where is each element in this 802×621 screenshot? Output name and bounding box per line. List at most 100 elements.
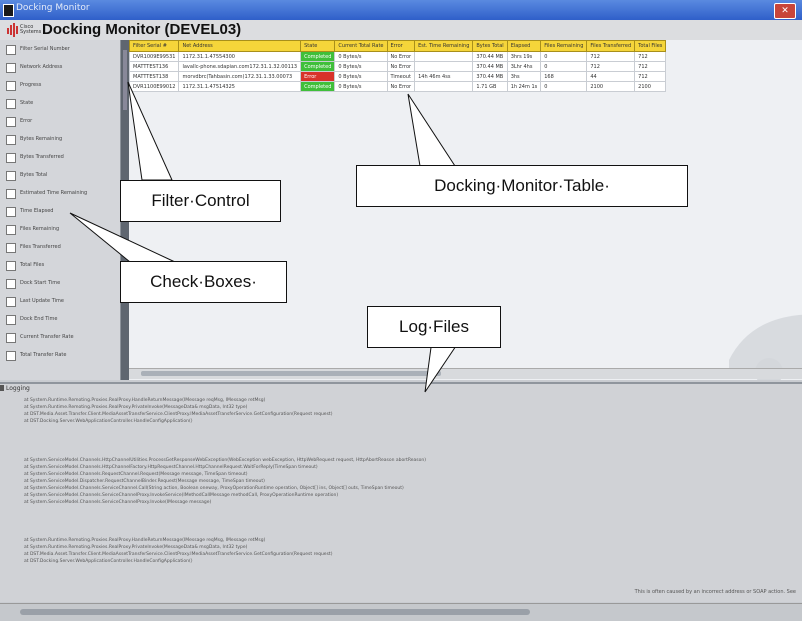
filter-checkbox[interactable] xyxy=(6,117,16,127)
filter-item[interactable]: Bytes Total xyxy=(6,168,118,184)
filter-item[interactable]: Estimated Time Remaining xyxy=(6,186,118,202)
filter-checkbox[interactable] xyxy=(6,63,16,73)
filter-item[interactable]: Progress xyxy=(6,78,118,94)
table-row[interactable]: MATTTEST138 morvdbrc(Tahbasin.com)172.31… xyxy=(129,71,667,82)
filter-checkbox[interactable] xyxy=(6,45,16,55)
page-title: Docking Monitor (DEVEL03) xyxy=(42,21,242,38)
filter-checkbox[interactable] xyxy=(6,135,16,145)
table-cell: 712 xyxy=(586,51,636,62)
column-header[interactable]: Current Total Rate xyxy=(334,40,388,52)
filter-item[interactable]: Dock Start Time xyxy=(6,276,118,292)
filter-label: State xyxy=(20,100,34,106)
filter-label: Total Files xyxy=(20,262,45,268)
splitter-grip[interactable] xyxy=(123,50,127,110)
filter-item[interactable]: Bytes Transferred xyxy=(6,150,118,166)
filter-checkbox[interactable] xyxy=(6,153,16,163)
close-button[interactable]: ✕ xyxy=(774,3,796,19)
table-cell: 0 xyxy=(540,81,588,92)
column-header[interactable]: Filter Serial # xyxy=(129,40,180,52)
column-header[interactable]: Files Transferred xyxy=(586,40,636,52)
table-cell: MATTTEST136 xyxy=(129,61,180,72)
callout-check-boxes: Check·Boxes· xyxy=(120,261,287,303)
filter-item[interactable]: Files Remaining xyxy=(6,222,118,238)
filter-checkbox[interactable] xyxy=(6,171,16,181)
log-line: at System.ServiceModel.Channels.ServiceC… xyxy=(24,486,404,491)
filter-checkbox[interactable] xyxy=(6,297,16,307)
table-cell: 712 xyxy=(634,51,667,62)
log-horizontal-scrollbar[interactable] xyxy=(0,603,802,621)
column-header[interactable]: Total Files xyxy=(634,40,667,52)
log-line: at System.ServiceModel.Channels.ServiceC… xyxy=(24,493,339,498)
table-cell: 2100 xyxy=(586,81,636,92)
filter-item[interactable]: Filter Serial Number xyxy=(6,42,118,58)
filter-checkbox[interactable] xyxy=(6,99,16,109)
table-cell: No Error xyxy=(386,81,416,92)
filter-checkbox[interactable] xyxy=(6,333,16,343)
column-header[interactable]: Elapsed xyxy=(506,40,542,52)
filter-checkbox[interactable] xyxy=(6,225,16,235)
scrollbar-thumb[interactable] xyxy=(20,609,530,615)
window-titlebar: Docking Monitor ✕ xyxy=(0,0,802,20)
column-header[interactable]: State xyxy=(300,40,336,52)
filter-checkbox[interactable] xyxy=(6,315,16,325)
callout-text: Docking·Monitor·Table· xyxy=(434,176,610,195)
callout-docking-monitor-table: Docking·Monitor·Table· xyxy=(356,165,688,207)
filter-sidebar: Filter Serial Number Network Address Pro… xyxy=(0,40,121,380)
column-header[interactable]: Bytes Total xyxy=(472,40,508,52)
table-horizontal-scrollbar[interactable] xyxy=(129,368,802,379)
filter-item[interactable]: Current Transfer Rate xyxy=(6,330,118,346)
filter-item[interactable]: Dock End Time xyxy=(6,312,118,328)
filter-item[interactable]: Time Elapsed xyxy=(6,204,118,220)
log-line: at System.Runtime.Remoting.Proxies.RealP… xyxy=(24,405,248,410)
log-line: at DST.Media.Asset.Transfer.Client.Media… xyxy=(24,552,333,557)
table-cell: 1172.31.1.47554300 xyxy=(178,51,302,62)
column-header[interactable]: Est. Time Remaining xyxy=(414,40,474,52)
table-cell: 1172.31.1.47514325 xyxy=(178,81,302,92)
table-cell: 0 Bytes/s xyxy=(334,81,388,92)
filter-item[interactable]: Total Files xyxy=(6,258,118,274)
status-badge: Completed xyxy=(300,51,336,62)
table-cell: MATTTEST138 xyxy=(129,71,180,82)
table-row[interactable]: DVR1009E99531 1172.31.1.47554300 Complet… xyxy=(129,51,667,62)
callout-log-files: Log·Files xyxy=(367,306,501,348)
filter-checkbox[interactable] xyxy=(6,279,16,289)
filter-item[interactable]: Error xyxy=(6,114,118,130)
filter-item[interactable]: Last Update Time xyxy=(6,294,118,310)
column-header[interactable]: Error xyxy=(386,40,416,52)
table-cell: 370.44 MB xyxy=(472,71,508,82)
log-panel-header: Logging xyxy=(6,385,30,392)
table-row[interactable]: MATTTEST136 lavallc-phone.sdapian.com172… xyxy=(129,61,667,72)
filter-item[interactable]: Files Transferred xyxy=(6,240,118,256)
filter-checkbox[interactable] xyxy=(6,243,16,253)
filter-checkbox[interactable] xyxy=(6,207,16,217)
filter-item[interactable]: Network Address xyxy=(6,60,118,76)
logo-text: Cisco Systems xyxy=(20,24,42,35)
company-logo: Cisco Systems xyxy=(6,22,41,38)
table-header-row: Filter Serial # Net Address State Curren… xyxy=(129,40,667,52)
filter-checkbox[interactable] xyxy=(6,261,16,271)
log-status-message: This is often caused by an incorrect add… xyxy=(634,589,796,595)
filter-item[interactable]: State xyxy=(6,96,118,112)
table-cell: 0 Bytes/s xyxy=(334,51,388,62)
filter-label: Bytes Remaining xyxy=(20,136,63,142)
filter-label: Dock End Time xyxy=(20,316,58,322)
table-cell: 712 xyxy=(586,61,636,72)
table-cell: 712 xyxy=(634,71,667,82)
log-line: at System.ServiceModel.Channels.HttpChan… xyxy=(24,465,318,470)
column-header[interactable]: Net Address xyxy=(178,40,302,52)
table-cell: 2100 xyxy=(634,81,667,92)
callout-text: Filter·Control xyxy=(151,191,250,210)
filter-checkbox[interactable] xyxy=(6,81,16,91)
filter-checkbox[interactable] xyxy=(6,189,16,199)
status-badge: Completed xyxy=(300,81,336,92)
table-cell: 0 xyxy=(540,61,588,72)
table-row[interactable]: DVR1100E99012 1172.31.1.47514325 Complet… xyxy=(129,81,667,92)
filter-item[interactable]: Total Transfer Rate xyxy=(6,348,118,364)
filter-label: Network Address xyxy=(20,64,63,70)
scrollbar-thumb[interactable] xyxy=(141,371,441,376)
filter-item[interactable]: Bytes Remaining xyxy=(6,132,118,148)
column-header[interactable]: Files Remaining xyxy=(540,40,588,52)
filter-checkbox[interactable] xyxy=(6,351,16,361)
status-badge: Completed xyxy=(300,61,336,72)
table-cell: morvdbrc(Tahbasin.com)172.31.1.33.00073 xyxy=(178,71,302,82)
